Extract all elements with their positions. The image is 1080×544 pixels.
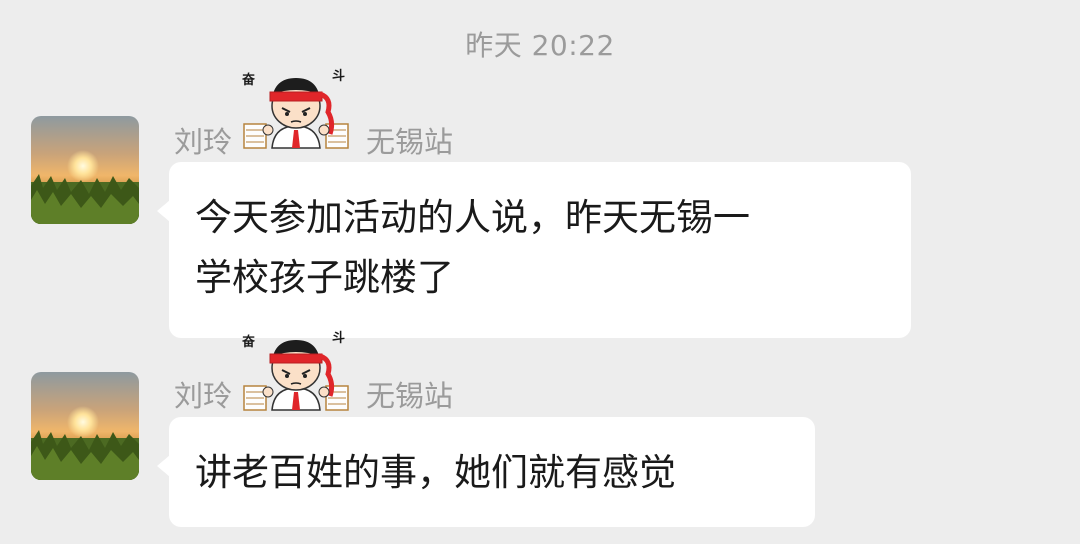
message-bubble[interactable]: 讲老百姓的事，她们就有感觉 xyxy=(157,417,815,527)
sender-name: 刘玲 xyxy=(174,125,233,159)
fendou-boy-sticker-icon: 奋 斗 xyxy=(236,64,356,160)
sender-location: 无锡站 xyxy=(366,379,454,413)
message-line: 今天参加活动的人说，昨天无锡一 xyxy=(195,196,750,239)
message-line: 讲老百姓的事，她们就有感觉 xyxy=(195,451,676,494)
fendou-boy-sticker-icon: 奋 斗 xyxy=(236,326,356,422)
sender-name: 刘玲 xyxy=(174,379,233,413)
sender-location: 无锡站 xyxy=(366,125,454,159)
message-bubble[interactable]: 今天参加活动的人说，昨天无锡一 学校孩子跳楼了 xyxy=(157,162,911,338)
sender-avatar[interactable] xyxy=(31,372,139,480)
sender-avatar[interactable] xyxy=(31,116,139,224)
badge-right-char: 斗 xyxy=(332,69,345,84)
badge-left-char: 奋 xyxy=(241,72,256,88)
message-line: 学校孩子跳楼了 xyxy=(195,256,454,299)
sunset-avatar-icon xyxy=(31,116,139,224)
sunset-avatar-icon xyxy=(31,372,139,480)
chat-timestamp: 昨天 20:22 xyxy=(465,29,615,62)
badge-right-char: 斗 xyxy=(332,331,345,346)
badge-left-char: 奋 xyxy=(241,334,256,350)
